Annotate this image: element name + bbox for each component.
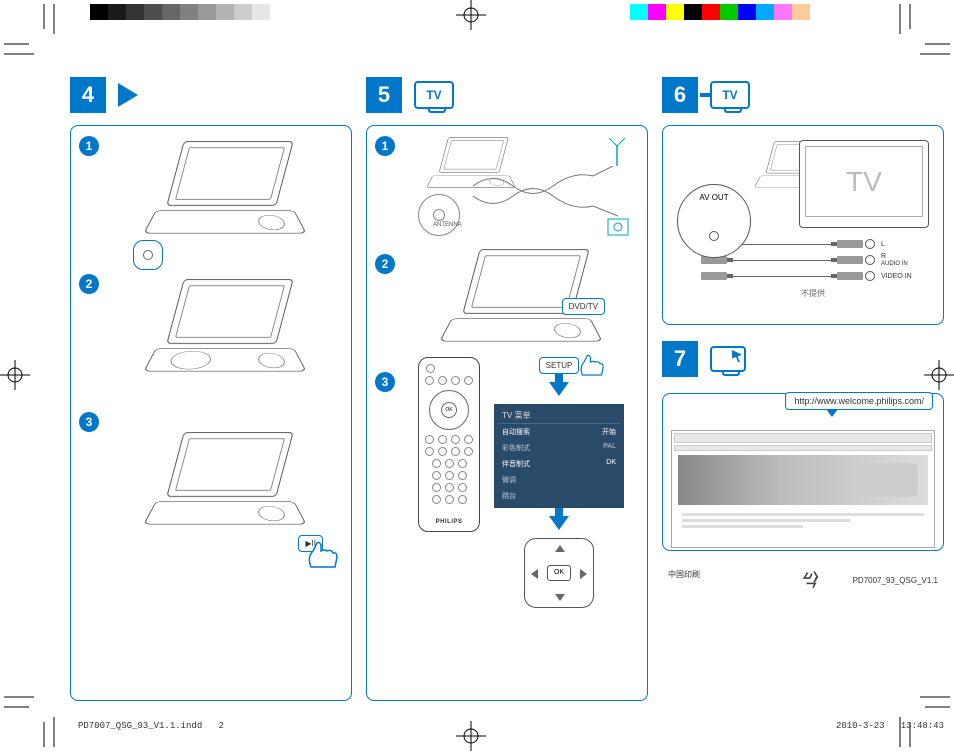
hand-pointer-icon <box>303 537 343 572</box>
antenna-label: ANTENNA <box>433 222 462 228</box>
play-icon <box>118 83 138 107</box>
crop-mark-icon <box>890 4 950 64</box>
tv-menu: TV 菜单 自动搜索开始 彩色制式PAL 伴音制式DK 微调 跳台 <box>494 404 624 508</box>
dvd-player-play-illustration: ▶II <box>107 412 343 572</box>
print-timestamp: 2010-3-23 13:48:43 <box>836 721 944 731</box>
step-6-7-column: 6 TV AV OUT TV L <box>662 75 944 701</box>
substep-number: 2 <box>79 274 99 294</box>
dvd-tv-switch-illustration: DVD/TV <box>403 254 639 364</box>
remote-setup-illustration: OK PHILIPS SETUP <box>403 372 639 592</box>
hand-pointer-icon <box>575 351 609 379</box>
av-out-port: AV OUT <box>677 184 751 258</box>
registration-mark-icon <box>0 360 30 390</box>
dpad-ok: OK <box>524 538 594 608</box>
registration-mark-icon <box>456 721 486 751</box>
step-4-panel: 1 2 <box>70 125 352 701</box>
external-tv: TV <box>799 140 929 228</box>
not-supplied-note: 不提供 <box>701 288 925 299</box>
step-7-number: 7 <box>662 341 698 377</box>
step-5-column: 5 TV 1 <box>366 75 648 701</box>
antenna-connection-illustration: ANTENNA <box>403 136 639 246</box>
av-connection-diagram: AV OUT TV L RAUDIO IN <box>671 136 935 314</box>
step-4-number: 4 <box>70 77 106 113</box>
substep-number: 3 <box>375 372 395 392</box>
dvd-player-open-illustration <box>107 274 343 404</box>
website-url: http://www.welcome.philips.com/ <box>785 392 933 410</box>
dvd-player-power-illustration <box>107 136 343 266</box>
antenna-icon <box>607 138 627 166</box>
setup-callout: SETUP <box>539 357 580 374</box>
recycle-icon <box>800 565 826 591</box>
substep-number: 1 <box>375 136 395 156</box>
arrow-down-icon <box>549 516 569 530</box>
step-6-panel: AV OUT TV L RAUDIO IN <box>662 125 944 325</box>
browser-screenshot <box>671 430 935 548</box>
step-7-panel: http://www.welcome.philips.com/ <box>662 393 944 551</box>
document-id: PD7007_93_QSG_V1.1 <box>853 576 938 585</box>
step-5-panel: 1 <box>366 125 648 701</box>
print-location: 中国印刷 <box>668 569 700 580</box>
registration-mark-icon <box>456 0 486 30</box>
step-6-number: 6 <box>662 77 698 113</box>
arrow-down-icon <box>549 382 569 396</box>
substep-number: 3 <box>79 412 99 432</box>
monitor-cursor-icon <box>710 346 746 372</box>
indd-filename: PD7007_QSG_93_V1.1.indd 2 <box>78 721 224 731</box>
crop-mark-icon <box>4 4 64 64</box>
tv-icon: TV <box>414 81 454 109</box>
crop-mark-icon <box>4 687 64 747</box>
tv-connect-icon: TV <box>710 81 750 109</box>
substep-number: 2 <box>375 254 395 274</box>
step-5-number: 5 <box>366 77 402 113</box>
tv-menu-title: TV 菜单 <box>498 408 620 424</box>
wall-socket-icon <box>607 218 629 236</box>
remote-brand: PHILIPS <box>436 519 463 525</box>
remote-control: OK PHILIPS <box>418 357 480 532</box>
dvd-tv-callout: DVD/TV <box>562 298 605 315</box>
page-content: 4 1 2 <box>70 75 944 701</box>
step-4-column: 4 1 2 <box>70 75 352 701</box>
substep-number: 1 <box>79 136 99 156</box>
